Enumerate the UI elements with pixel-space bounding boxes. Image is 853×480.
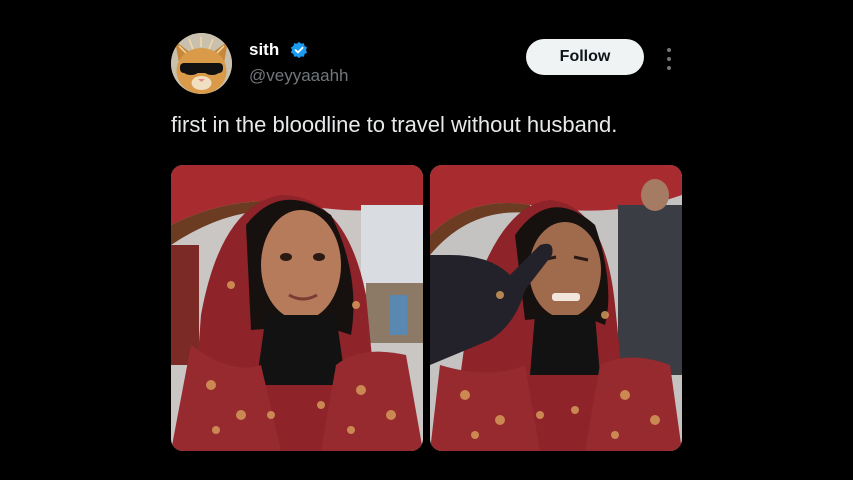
tweet-photo-2[interactable] (430, 165, 682, 451)
author-name[interactable]: sith (249, 40, 279, 60)
follow-button[interactable]: Follow (526, 39, 644, 75)
tweet-text: first in the bloodline to travel without… (171, 112, 618, 137)
author-handle[interactable]: @veyyaaahh (249, 66, 349, 86)
tweet-card: sith @veyyaaahh Follow first in the bloo… (163, 24, 691, 456)
more-options-icon[interactable] (663, 48, 675, 70)
verified-badge-icon (290, 41, 308, 59)
tweet-photo-1[interactable] (171, 165, 423, 451)
selfie-photo-smiling-icon (171, 165, 423, 451)
avatar[interactable] (171, 33, 232, 94)
selfie-photo-grimace-icon (430, 165, 682, 451)
cat-avatar-icon (171, 33, 232, 94)
